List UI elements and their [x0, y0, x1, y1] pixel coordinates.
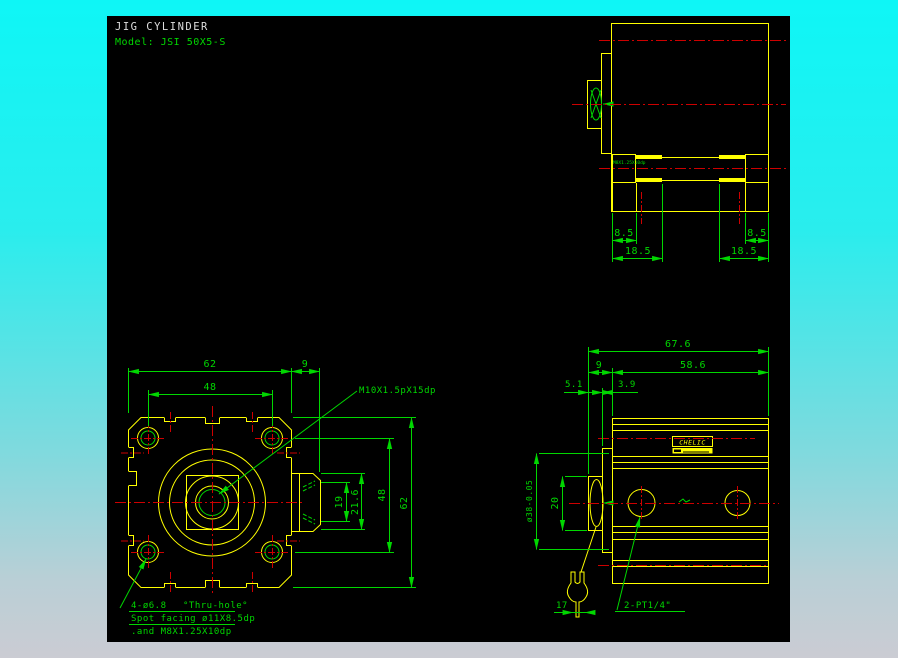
top-view-thread-note: M8X1.25X10dp [613, 160, 646, 166]
dim-step: 3.9 [618, 380, 636, 390]
dim-rod-ext: 5.1 [565, 380, 583, 390]
front-view: 62 48 9 M10X1.5pX15dp 19 21.6 [115, 359, 436, 637]
side-view: CHELIC [525, 339, 779, 617]
dim-front-boss: 9 [302, 359, 309, 370]
dim-side-overall: 67.6 [665, 339, 691, 350]
hole-notes: 4-ø6.8 °Thru-hole° Spot facing ø11X8.5dp… [120, 559, 255, 637]
wrench-icon [567, 527, 596, 617]
top-view-body [612, 24, 769, 212]
desktop-background: JIG CYLINDER Model: JSI 50X5-S [0, 0, 898, 658]
dim-port-outer: 21.6 [350, 489, 361, 515]
thread-callout: M10X1.5pX15dp [359, 386, 436, 396]
dim-port-inner: 19 [334, 495, 345, 508]
dim-side-plate: 9 [596, 360, 603, 371]
cad-drawing: JIG CYLINDER Model: JSI 50X5-S [107, 16, 790, 642]
dim-wrench-flat: 17 [556, 601, 568, 611]
dim-side-body: 58.6 [680, 360, 706, 371]
dim-front-height: 62 [399, 496, 410, 509]
title-block: JIG CYLINDER Model: JSI 50X5-S [115, 21, 226, 48]
dim-boss-dia: ø38-0.05 [525, 480, 534, 523]
brand-plate: CHELIC [673, 437, 713, 454]
model-label: Model: JSI 50X5-S [115, 37, 226, 48]
top-view: 8.5 18.5 8.5 18.5 M8X1.25X10dp [572, 24, 786, 263]
port-note: 2-PT1/4" [624, 601, 671, 611]
note-thread: .and M8X1.25X10dp [131, 627, 232, 637]
note-holes: 4-ø6.8 [131, 601, 167, 611]
dim-front-bolt-h: 48 [203, 382, 216, 393]
dim-top-right-outer: 18.5 [731, 246, 757, 257]
note-spotface: Spot facing ø11X8.5dp [131, 614, 255, 624]
drawing-canvas: JIG CYLINDER Model: JSI 50X5-S [107, 16, 790, 642]
dim-front-width: 62 [203, 359, 216, 370]
dim-top-left-inner: 8.5 [614, 228, 634, 239]
brand-label: CHELIC [679, 439, 705, 447]
tiny-annotation [679, 499, 690, 502]
dim-top-right-inner: 8.5 [747, 228, 767, 239]
note-thru: °Thru-hole° [183, 601, 248, 611]
page-title: JIG CYLINDER [115, 21, 209, 33]
dim-rod-square: 20 [550, 496, 561, 509]
dim-front-bolt-v: 48 [377, 488, 388, 501]
dim-top-left-outer: 18.5 [625, 246, 651, 257]
